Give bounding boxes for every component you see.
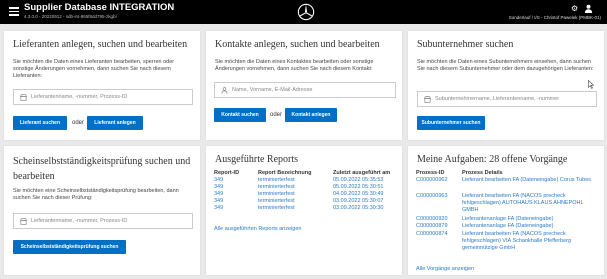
reports-row-1-date[interactable]: 05.09.2022 05:30:51: [333, 184, 383, 190]
reports-row-4-name[interactable]: terminierterfest: [258, 205, 295, 211]
scheinselbst-description: Sie möchten eine Scheinselbstständigkeit…: [13, 188, 179, 201]
reports-title: Ausgeführte Reports: [215, 154, 299, 165]
aufgaben-title: Meine Aufgaben: 28 offene Vorgänge: [417, 154, 568, 165]
reports-row-0-id[interactable]: 349: [214, 177, 223, 183]
reports-row-4-date[interactable]: 03.09.2022 05:30:30: [333, 205, 383, 211]
lieferant-suchen-button[interactable]: Lieferant suchen: [13, 116, 67, 130]
all-reports-link[interactable]: Alle ausgeführten Reports anzeigen: [214, 226, 301, 232]
reports-row-1-id[interactable]: 349: [214, 184, 223, 190]
reports-row-0-name[interactable]: terminierterfest: [258, 177, 295, 183]
menu-icon[interactable]: [9, 7, 19, 16]
aufgaben-row-1-details[interactable]: Lieferant bearbeiten FA (NACOS precheck …: [462, 193, 598, 214]
reports-row-0-date[interactable]: 05.09.2022 05:35:53: [333, 177, 383, 183]
lieferanten-search-input[interactable]: [31, 92, 189, 102]
subunternehmer-title: Subunternehmer suchen: [417, 39, 514, 50]
aufgaben-row-4-details[interactable]: Lieferant bearbeiten FA (NACOS precheck …: [462, 231, 598, 252]
app-title: Supplier Database INTEGRATION: [24, 2, 175, 13]
reports-row-3-date[interactable]: 03.09.2022 05:30:07: [333, 198, 383, 204]
lieferant-anlegen-button[interactable]: Lieferant anlegen: [87, 116, 143, 130]
aufgaben-row-1-id[interactable]: C000000963: [416, 193, 448, 199]
subunternehmer-search-input-box[interactable]: [417, 91, 597, 107]
store-icon: [424, 96, 431, 103]
reports-row-3-id[interactable]: 349: [214, 198, 223, 204]
reports-row-1-name[interactable]: terminierterfest: [258, 184, 295, 190]
aufgaben-row-0-details[interactable]: Lieferant bearbeiten FA (Dateneingabe) C…: [462, 177, 598, 184]
aufgaben-header-id: Prozess-ID: [416, 170, 445, 176]
reports-row-3-name[interactable]: terminierterfest: [258, 198, 295, 204]
reports-header-id: Report-ID: [214, 170, 240, 176]
store-icon: [20, 218, 27, 225]
kontakte-search-input[interactable]: [232, 85, 392, 95]
reports-row-2-name[interactable]: terminierterfest: [258, 191, 295, 197]
scheinselbst-card: Scheinselbstständigkeitsprüfung suchen u…: [4, 146, 200, 275]
app-version: 4.3.0.0 - 20220912 - sdb-int-865f8dd795-…: [24, 14, 117, 19]
kontakt-suchen-button[interactable]: Kontakt suchen: [214, 108, 266, 122]
kontakt-anlegen-button[interactable]: Kontakt anlegen: [285, 108, 337, 122]
aufgaben-row-2-details[interactable]: Lieferantenanlage FA (Dateneingabe): [462, 216, 598, 223]
subunternehmer-suchen-button[interactable]: Subunternehmer suchen: [417, 116, 485, 130]
lieferanten-or-label: oder: [72, 120, 85, 126]
scheinselbst-search-input-box[interactable]: [13, 213, 193, 229]
aufgaben-row-0-id[interactable]: C000000962: [416, 177, 448, 183]
gear-icon[interactable]: ⚙: [571, 5, 578, 13]
reports-row-2-date[interactable]: 04.09.2022 05:30:49: [333, 191, 383, 197]
aufgaben-row-2-id[interactable]: C000000920: [416, 216, 448, 222]
subunternehmer-description: Sie möchten die Daten eines Subunternehm…: [417, 59, 594, 72]
scheinselbst-search-input[interactable]: [31, 216, 189, 226]
reports-row-2-id[interactable]: 349: [214, 191, 223, 197]
subunternehmer-search-input[interactable]: [435, 94, 593, 104]
brand-logo-icon[interactable]: [297, 3, 315, 21]
reports-header-date: Zuletzt ausgeführt am: [333, 170, 391, 176]
scheinselbst-title: Scheinselbstständigkeitsprüfung suchen u…: [13, 156, 191, 182]
kontakte-description: Sie möchten die Daten eines Kontaktes be…: [215, 59, 374, 72]
aufgaben-row-3-details[interactable]: Lieferantenanlage FA (Dateneingabe): [462, 223, 598, 230]
store-icon: [20, 94, 27, 101]
reports-row-4-id[interactable]: 349: [214, 205, 223, 211]
top-bar: Supplier Database INTEGRATION 4.3.0.0 - …: [0, 0, 607, 24]
kontakte-or-label: oder: [270, 112, 283, 118]
kontakte-search-input-box[interactable]: [214, 82, 396, 98]
mouse-cursor-icon: [588, 80, 594, 89]
all-tasks-link[interactable]: Alle Vorgänge anzeigen: [416, 266, 474, 272]
aufgaben-row-3-id[interactable]: C000000879: [416, 223, 448, 229]
aufgaben-header-details: Prozess Details: [462, 170, 503, 176]
lieferanten-description: Sie möchten die Daten eines Lieferanten …: [13, 59, 175, 79]
user-info: Sonderlauf / I/S - Christof Pawelek (PMB…: [508, 15, 601, 20]
reports-header-name: Report Bezeichnung: [258, 170, 312, 176]
lieferanten-title: Lieferanten anlegen, suchen und bearbeit…: [13, 39, 188, 50]
lieferanten-search-input-box[interactable]: [13, 89, 193, 105]
kontakte-title: Kontakte anlegen, suchen und bearbeiten: [215, 39, 380, 50]
user-icon[interactable]: [584, 4, 593, 13]
person-icon: [221, 87, 228, 94]
scheinselbst-suchen-button[interactable]: Scheinselbstständigkeitsprüfung suchen: [13, 240, 126, 254]
aufgaben-row-4-id[interactable]: C000000874: [416, 231, 448, 237]
